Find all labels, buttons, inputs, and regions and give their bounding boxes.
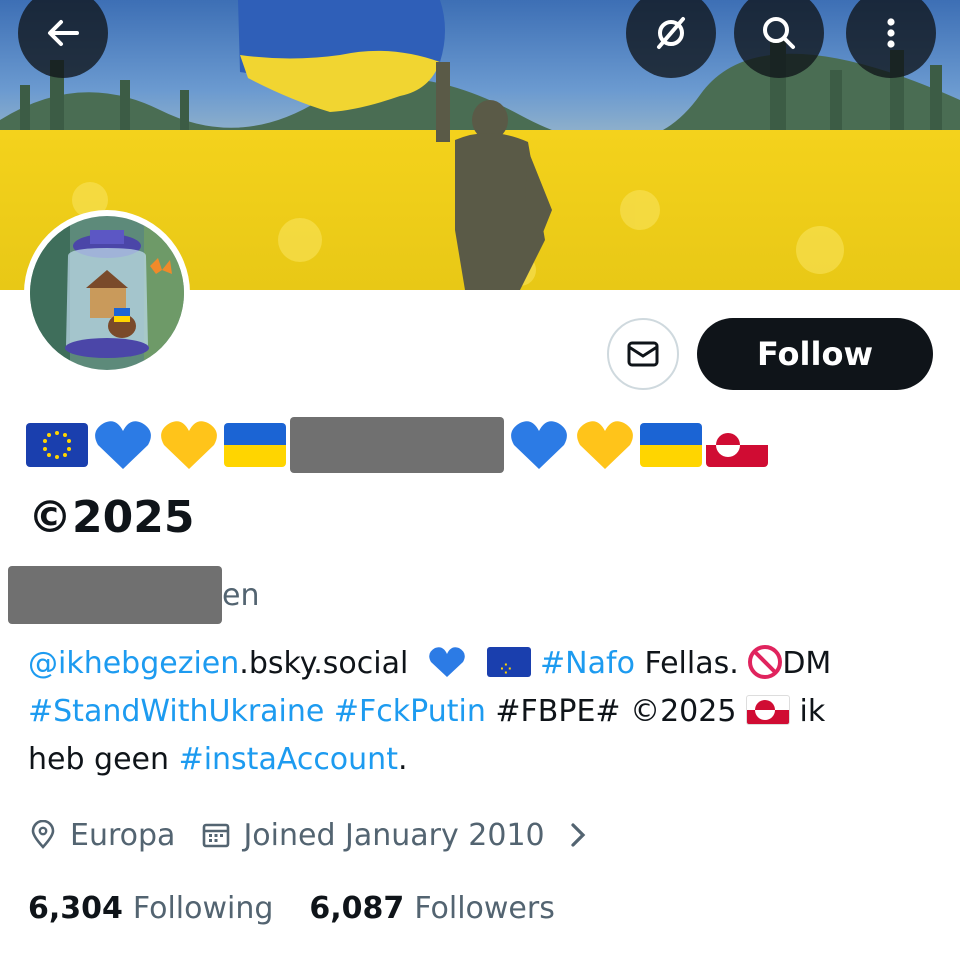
arrow-left-icon [48, 20, 79, 46]
yellow-heart-icon [158, 417, 220, 473]
hashtag-standwithukraine[interactable]: #StandWithUkraine [28, 694, 324, 729]
followers-count: 6,087 [309, 890, 405, 926]
joined-date[interactable]: Joined January 2010 [201, 818, 604, 853]
bio-text: .bsky.social [239, 646, 409, 681]
message-button[interactable] [607, 318, 679, 390]
bio-text: . [397, 742, 408, 777]
blue-heart-icon [427, 645, 467, 679]
bio-text: ik [789, 694, 826, 729]
bio-text: #FBPE# [485, 694, 631, 729]
following-label: Following [132, 890, 274, 926]
followers-label: Followers [414, 890, 555, 926]
envelope-icon [627, 341, 659, 367]
vertical-dots-icon [887, 18, 895, 48]
handle-tail: en [222, 577, 260, 613]
avatar[interactable] [24, 210, 190, 376]
profile-meta: Europa Joined January 2010 [28, 810, 631, 860]
yellow-heart-icon [574, 417, 636, 473]
avatar-image [30, 216, 184, 370]
greenland-flag-icon [706, 423, 768, 467]
chevron-right-icon [571, 823, 585, 847]
bio-text: Fellas. [634, 646, 749, 681]
bio: @ikhebgezien.bsky.social #Nafo Fellas. D… [28, 640, 938, 784]
display-name-emoji-row [26, 414, 772, 476]
follow-stats: 6,304 Following 6,087 Followers [28, 884, 591, 932]
eu-flag-icon [486, 645, 531, 693]
greenland-flag-icon [745, 695, 790, 725]
calendar-icon [203, 823, 230, 848]
blue-heart-icon [92, 417, 154, 473]
ukraine-flag-icon [640, 423, 702, 467]
ukraine-flag-icon [224, 423, 286, 467]
followers-link[interactable]: 6,087 Followers [309, 891, 554, 926]
joined-text: Joined January 2010 [243, 817, 545, 853]
hashtag-nafo[interactable]: #Nafo [540, 646, 635, 681]
redacted-name [290, 417, 504, 473]
redacted-handle [8, 566, 222, 624]
hashtag-instaaccount[interactable]: #instaAccount [179, 742, 398, 777]
following-count: 6,304 [28, 890, 123, 926]
slashed-circle-icon [657, 17, 685, 49]
bio-text: ©2025 [630, 694, 746, 729]
location-text: Europa [70, 817, 176, 853]
bio-text: heb geen [28, 742, 179, 777]
bsky-mention-link[interactable]: @ikhebgezien [28, 646, 239, 681]
follow-button[interactable]: Follow [697, 318, 933, 390]
handle-row: en [8, 566, 259, 624]
following-link[interactable]: 6,304 Following [28, 891, 273, 926]
hashtag-fckputin[interactable]: #FckPutin [334, 694, 486, 729]
bio-text: DM [782, 646, 832, 681]
display-name-suffix: ©2025 [28, 491, 195, 543]
no-entry-icon [748, 645, 783, 679]
location-pin-icon [31, 820, 55, 849]
eu-flag-icon [26, 423, 88, 467]
location: Europa [28, 818, 175, 853]
blue-heart-icon [508, 417, 570, 473]
search-icon [763, 17, 795, 49]
